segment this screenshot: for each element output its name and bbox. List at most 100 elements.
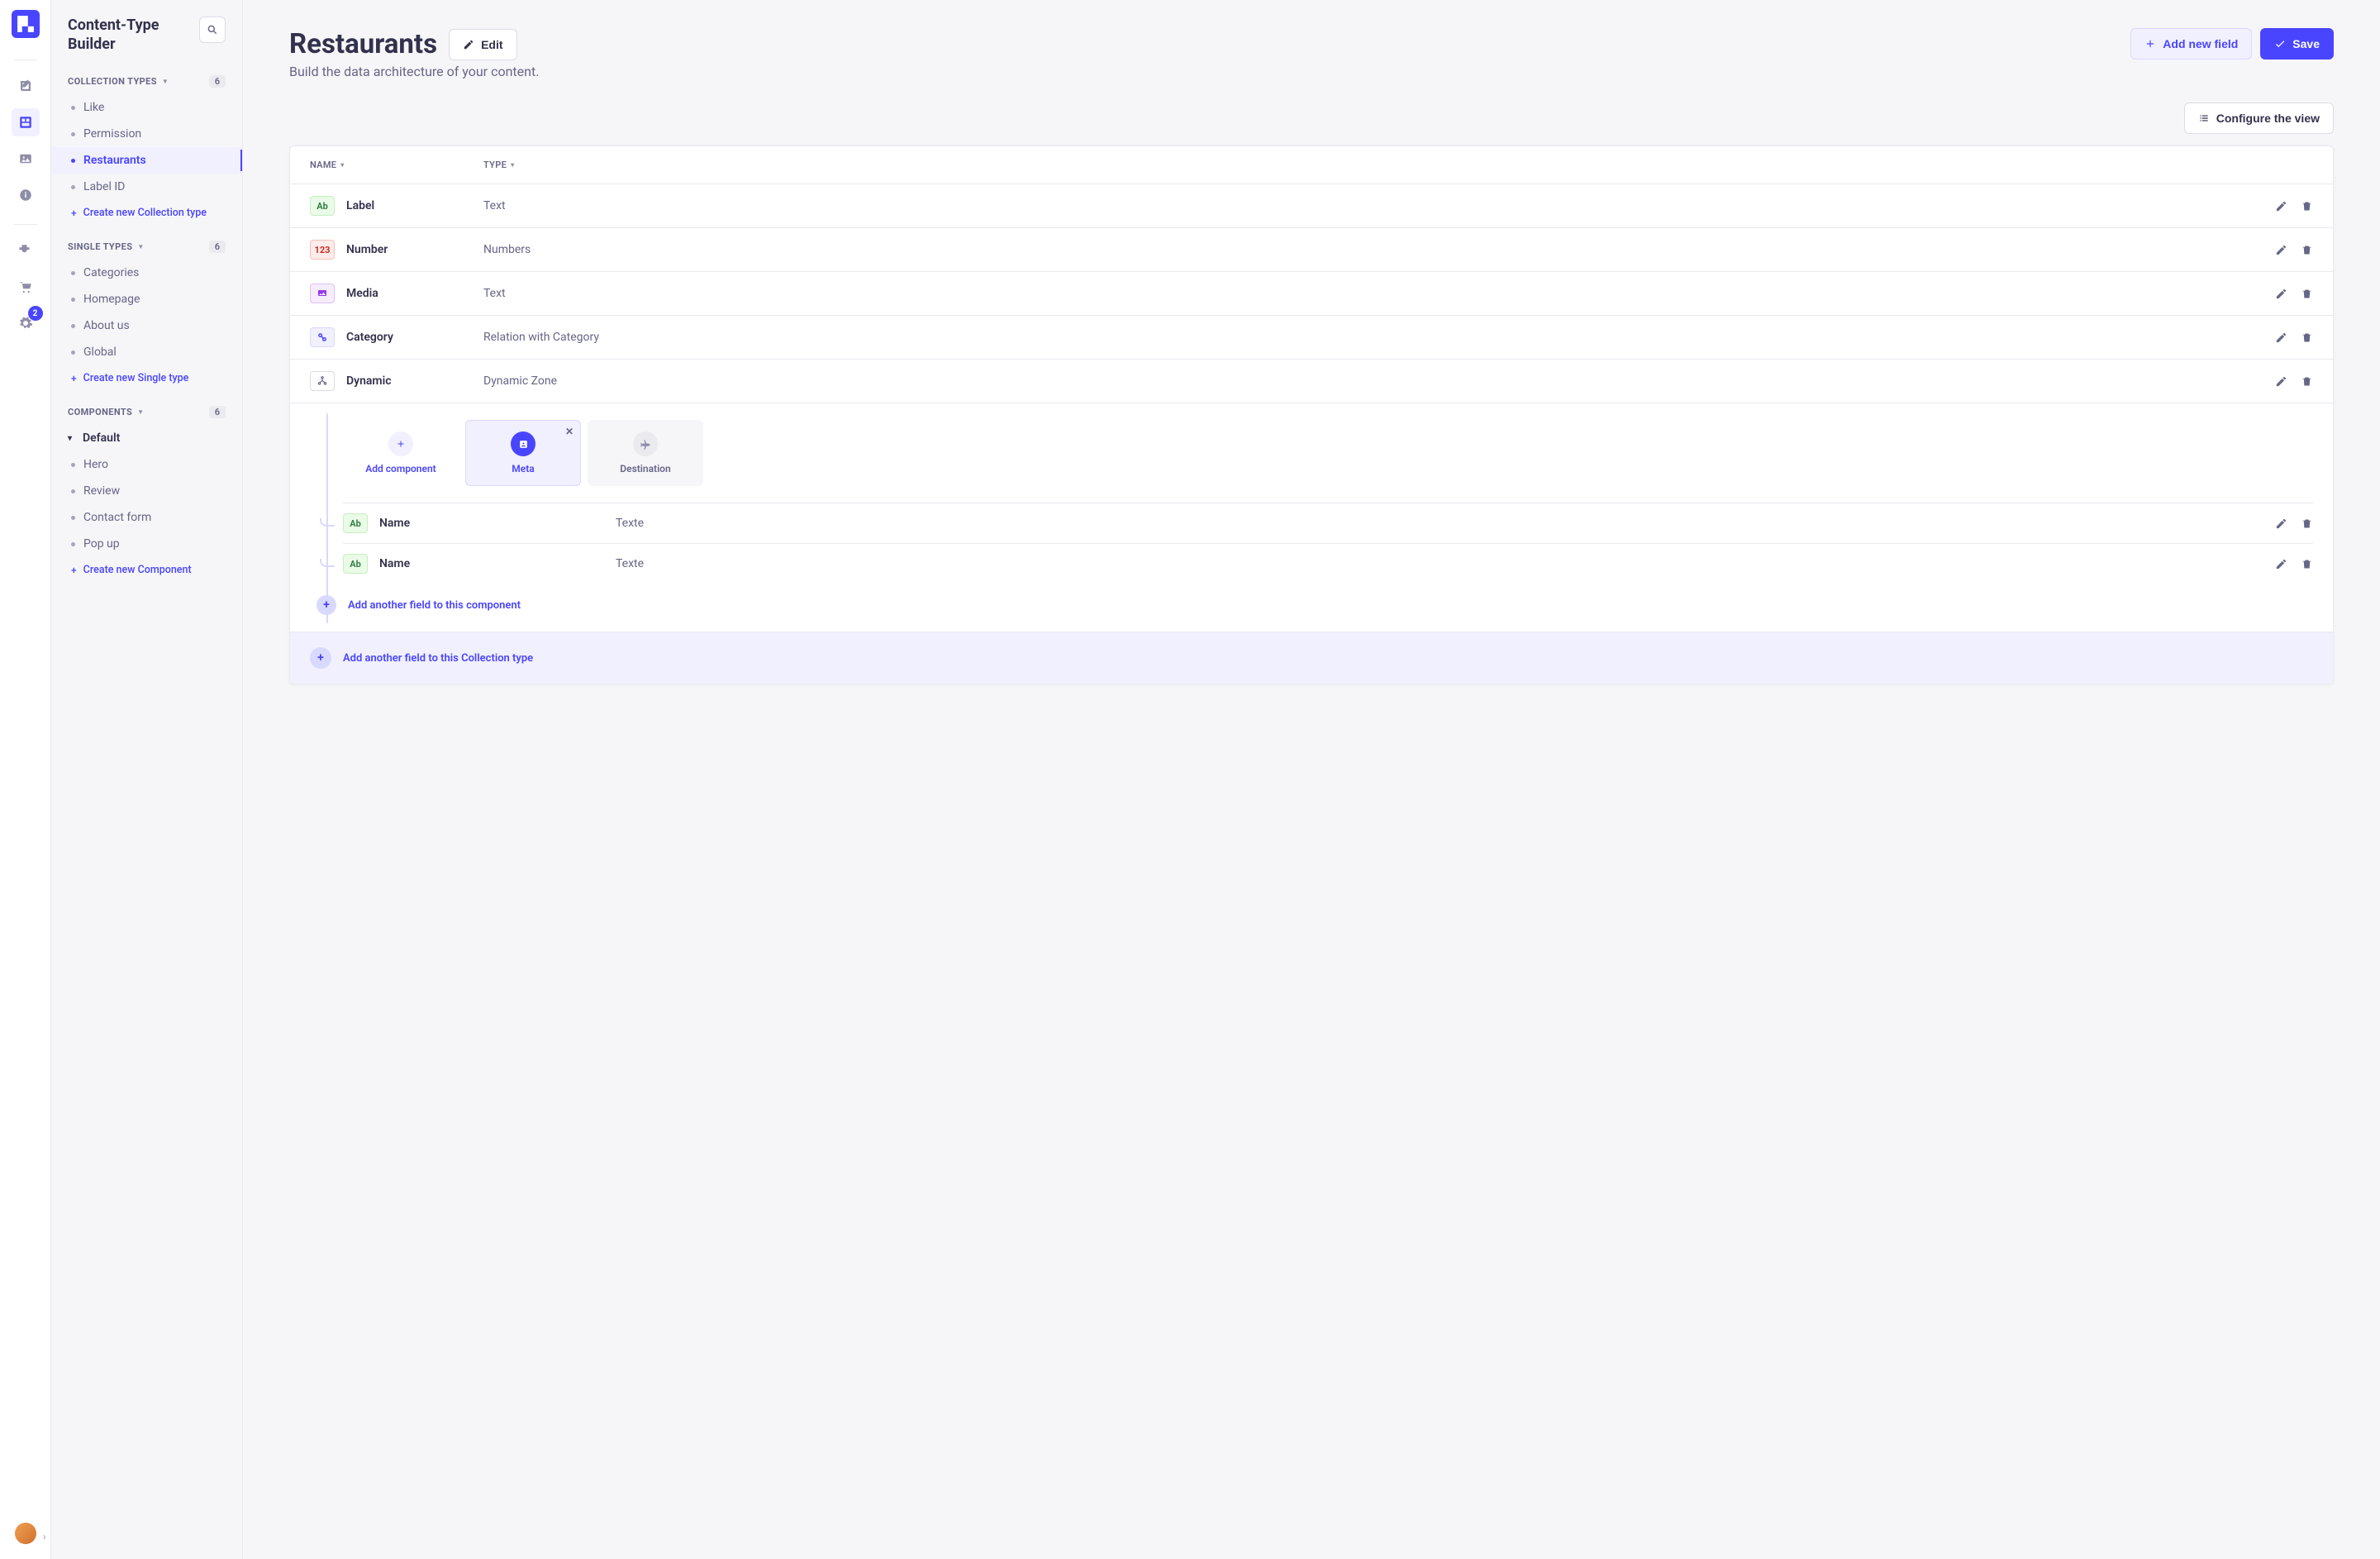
bullet-icon <box>71 185 75 189</box>
dynamic-zone-area: Add component ✕ Meta Destination <box>290 403 2333 632</box>
component-group-default[interactable]: ▾ Default <box>51 425 242 451</box>
sidebar-item-single[interactable]: Global <box>51 339 242 365</box>
field-type: Texte <box>616 557 2239 570</box>
table-row: AbLabelText <box>290 184 2333 227</box>
component-field-row: AbNameTexte <box>343 503 2313 543</box>
table-row: Media Text <box>290 271 2333 315</box>
field-type: Text <box>483 287 2239 300</box>
nav-content-icon[interactable] <box>12 72 40 100</box>
edit-icon[interactable] <box>2275 558 2287 570</box>
bullet-icon <box>71 542 75 546</box>
sidebar-title: Content-Type Builder <box>68 17 199 54</box>
collection-count: 6 <box>209 75 226 88</box>
sidebar: Content-Type Builder COLLECTION TYPES▼ 6… <box>51 0 243 1559</box>
delete-icon[interactable] <box>2301 375 2313 388</box>
bullet-icon <box>71 132 75 136</box>
nav-info-icon[interactable] <box>12 181 40 209</box>
field-name: Media <box>346 287 378 300</box>
component-card-meta[interactable]: ✕ Meta <box>465 420 581 486</box>
icon-rail: 2 › <box>0 0 51 1559</box>
create-single-link[interactable]: + Create new Single type <box>51 365 242 399</box>
create-component-link[interactable]: + Create new Component <box>51 557 242 591</box>
edit-icon[interactable] <box>2275 200 2287 212</box>
user-avatar[interactable] <box>15 1523 36 1544</box>
sidebar-item-component[interactable]: Hero <box>51 451 242 478</box>
nav-settings-icon[interactable]: 2 <box>12 309 40 337</box>
settings-badge: 2 <box>28 306 43 321</box>
delete-icon[interactable] <box>2301 288 2313 300</box>
bullet-icon <box>71 516 75 520</box>
nav-marketplace-icon[interactable] <box>12 273 40 301</box>
col-name[interactable]: NAME▾ <box>310 160 483 170</box>
page-subtitle: Build the data architecture of your cont… <box>289 64 539 79</box>
edit-icon[interactable] <box>2275 517 2287 530</box>
edit-icon[interactable] <box>2275 375 2287 388</box>
component-card-destination[interactable]: Destination <box>588 420 703 486</box>
check-icon <box>2274 38 2286 50</box>
table-row: DynamicDynamic Zone <box>290 359 2333 403</box>
components-count: 6 <box>209 406 226 418</box>
edit-icon[interactable] <box>2275 244 2287 256</box>
delete-icon[interactable] <box>2301 558 2313 570</box>
nav-media-icon[interactable] <box>12 145 40 173</box>
table-row: CategoryRelation with Category <box>290 315 2333 359</box>
configure-view-button[interactable]: Configure the view <box>2184 103 2334 134</box>
sidebar-item-single[interactable]: Homepage <box>51 286 242 312</box>
edit-button[interactable]: Edit <box>449 29 516 60</box>
search-button[interactable] <box>199 17 226 43</box>
bullet-icon <box>71 324 75 328</box>
add-component-card[interactable]: Add component <box>343 420 459 486</box>
app-logo[interactable] <box>12 10 40 38</box>
nav-plugins-icon[interactable] <box>12 236 40 265</box>
save-button[interactable]: Save <box>2260 28 2334 60</box>
plus-icon: + <box>71 565 77 576</box>
chevron-down-icon: ▾ <box>68 434 74 443</box>
caret-down-icon: ▼ <box>162 78 169 85</box>
field-name: Name <box>379 517 410 530</box>
nav-builder-icon[interactable] <box>12 108 40 136</box>
section-single-header[interactable]: SINGLE TYPES▼ 6 <box>51 234 242 260</box>
sidebar-item-single[interactable]: About us <box>51 312 242 339</box>
component-field-row: AbNameTexte <box>343 543 2313 584</box>
bullet-icon <box>71 106 75 110</box>
delete-icon[interactable] <box>2301 331 2313 344</box>
plane-icon <box>633 431 658 456</box>
sidebar-item-collection[interactable]: Permission <box>51 121 242 147</box>
edit-icon[interactable] <box>2275 288 2287 300</box>
add-field-button[interactable]: Add new field <box>2130 28 2252 60</box>
delete-icon[interactable] <box>2301 517 2313 530</box>
fields-table: NAME▾ TYPE▾ AbLabelText123NumberNumbersM… <box>289 145 2334 684</box>
col-type[interactable]: TYPE▾ <box>483 160 2239 170</box>
field-type: Numbers <box>483 243 2239 256</box>
page-title: Restaurants <box>289 28 437 60</box>
bullet-icon <box>71 463 75 467</box>
field-name: Number <box>346 243 388 256</box>
field-name: Name <box>379 557 410 570</box>
create-collection-link[interactable]: + Create new Collection type <box>51 200 242 234</box>
field-name: Label <box>346 199 374 212</box>
sidebar-item-collection[interactable]: Restaurants <box>51 147 242 174</box>
delete-icon[interactable] <box>2301 244 2313 256</box>
single-count: 6 <box>209 241 226 253</box>
sidebar-item-component[interactable]: Pop up <box>51 531 242 557</box>
divider <box>14 224 37 225</box>
add-component-field-link[interactable]: Add another field to this component <box>348 599 521 612</box>
section-collection-header[interactable]: COLLECTION TYPES▼ 6 <box>51 69 242 94</box>
sidebar-item-single[interactable]: Categories <box>51 260 242 286</box>
field-type: Relation with Category <box>483 331 2239 344</box>
field-type: Texte <box>616 517 2239 530</box>
card-icon <box>511 431 536 456</box>
sidebar-item-component[interactable]: Review <box>51 478 242 504</box>
field-type: Dynamic Zone <box>483 374 2239 388</box>
field-type: Text <box>483 199 2239 212</box>
close-icon[interactable]: ✕ <box>565 426 574 437</box>
section-components-header[interactable]: COMPONENTS▼ 6 <box>51 399 242 425</box>
expand-rail-icon[interactable]: › <box>43 1531 46 1542</box>
pencil-icon <box>463 39 474 50</box>
add-collection-field-row[interactable]: + Add another field to this Collection t… <box>290 632 2333 684</box>
sidebar-item-component[interactable]: Contact form <box>51 504 242 531</box>
delete-icon[interactable] <box>2301 200 2313 212</box>
edit-icon[interactable] <box>2275 331 2287 344</box>
sidebar-item-collection[interactable]: Like <box>51 94 242 121</box>
sidebar-item-collection[interactable]: Label ID <box>51 174 242 200</box>
